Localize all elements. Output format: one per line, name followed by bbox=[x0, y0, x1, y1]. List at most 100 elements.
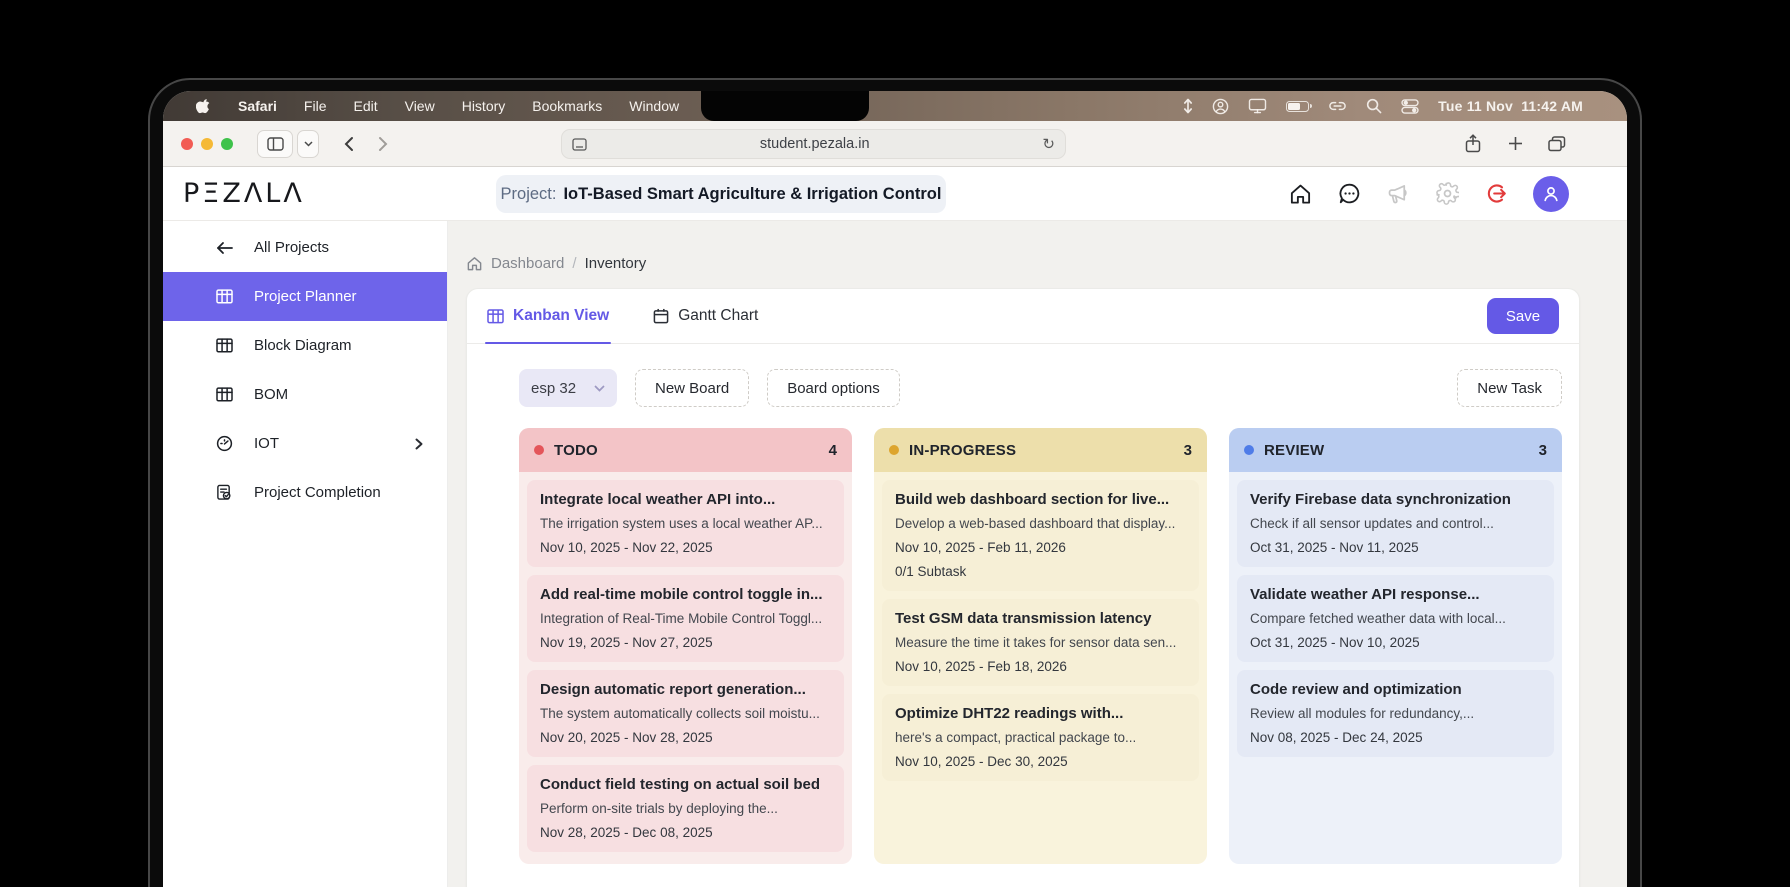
gauge-icon bbox=[216, 435, 234, 452]
menu-item-window[interactable]: Window bbox=[629, 98, 679, 114]
task-card[interactable]: Verify Firebase data synchronizationChec… bbox=[1237, 480, 1554, 567]
task-description: here's a compact, practical package to..… bbox=[895, 729, 1186, 747]
link-icon[interactable] bbox=[1328, 100, 1347, 112]
page-icon bbox=[572, 138, 587, 151]
column-title: TODO bbox=[554, 442, 598, 459]
column-header: IN-PROGRESS 3 bbox=[874, 428, 1207, 472]
task-dates: Oct 31, 2025 - Nov 10, 2025 bbox=[1250, 634, 1541, 652]
column-title: IN-PROGRESS bbox=[909, 442, 1016, 459]
task-card[interactable]: Optimize DHT22 readings with...here's a … bbox=[882, 694, 1199, 781]
task-card[interactable]: Add real-time mobile control toggle in..… bbox=[527, 575, 844, 662]
address-bar[interactable]: student.pezala.in ↻ bbox=[561, 129, 1066, 159]
project-title-pill: Project: IoT-Based Smart Agriculture & I… bbox=[496, 175, 946, 213]
user-avatar[interactable] bbox=[1533, 176, 1569, 212]
apple-icon[interactable] bbox=[196, 98, 211, 115]
screen: Safari File Edit View History Bookmarks Windo… bbox=[163, 91, 1627, 887]
back-arrow-icon bbox=[216, 241, 234, 255]
task-card[interactable]: Conduct field testing on actual soil bed… bbox=[527, 765, 844, 852]
chevron-down-icon[interactable] bbox=[297, 130, 319, 158]
task-title: Build web dashboard section for live... bbox=[895, 490, 1186, 510]
tab-gantt-chart[interactable]: Gantt Chart bbox=[653, 289, 758, 343]
column-count: 3 bbox=[1184, 442, 1192, 459]
kanban-grid-icon bbox=[487, 309, 504, 324]
home-breadcrumb-icon bbox=[466, 255, 483, 272]
chat-icon[interactable] bbox=[1337, 182, 1361, 206]
task-description: Check if all sensor updates and control.… bbox=[1250, 515, 1541, 533]
display-icon[interactable] bbox=[1248, 98, 1267, 114]
column-header: TODO 4 bbox=[519, 428, 852, 472]
sidebar-item-project-planner[interactable]: Project Planner bbox=[163, 272, 447, 321]
column-header: REVIEW3 bbox=[1229, 428, 1562, 472]
home-icon[interactable] bbox=[1288, 182, 1312, 206]
updown-arrow-icon[interactable] bbox=[1183, 98, 1193, 114]
reload-icon[interactable]: ↻ bbox=[1042, 135, 1055, 153]
fullscreen-window-button[interactable] bbox=[221, 138, 233, 150]
share-icon[interactable] bbox=[1457, 130, 1489, 158]
search-icon[interactable] bbox=[1366, 98, 1382, 114]
url-text: student.pezala.in bbox=[587, 136, 1042, 152]
new-tab-icon[interactable] bbox=[1499, 130, 1531, 158]
sidebar-back-all-projects[interactable]: All Projects bbox=[163, 223, 447, 272]
forward-button[interactable] bbox=[369, 130, 397, 158]
column-title: REVIEW bbox=[1264, 442, 1324, 459]
task-card[interactable]: Validate weather API response...Compare … bbox=[1237, 575, 1554, 662]
menu-item-view[interactable]: View bbox=[405, 98, 435, 114]
new-task-button[interactable]: New Task bbox=[1457, 369, 1562, 407]
macos-menu-bar: Safari File Edit View History Bookmarks Windo… bbox=[163, 91, 1627, 121]
sidebar-item-project-completion[interactable]: Project Completion bbox=[163, 468, 447, 517]
task-description: Develop a web-based dashboard that displ… bbox=[895, 515, 1186, 533]
menu-app-name[interactable]: Safari bbox=[238, 98, 277, 114]
new-board-button[interactable]: New Board bbox=[635, 369, 749, 407]
task-description: Perform on-site trials by deploying the.… bbox=[540, 800, 831, 818]
task-card[interactable]: Build web dashboard section for live... D… bbox=[882, 480, 1199, 591]
menu-item-file[interactable]: File bbox=[304, 98, 327, 114]
task-dates: Oct 31, 2025 - Nov 11, 2025 bbox=[1250, 539, 1541, 557]
pezala-logo: PΞZΛLΛ bbox=[163, 178, 305, 209]
battery-icon[interactable] bbox=[1286, 101, 1309, 112]
task-title: Design automatic report generation... bbox=[540, 680, 831, 700]
board-options-button[interactable]: Board options bbox=[767, 369, 900, 407]
megaphone-icon[interactable] bbox=[1386, 182, 1410, 206]
settings-icon[interactable] bbox=[1435, 182, 1459, 206]
save-button[interactable]: Save bbox=[1487, 298, 1559, 334]
task-description: Review all modules for redundancy,... bbox=[1250, 705, 1541, 723]
tab-kanban-view[interactable]: Kanban View bbox=[487, 289, 609, 343]
sidebar-back-label: All Projects bbox=[254, 239, 329, 256]
sidebar-toggle-icon[interactable] bbox=[257, 130, 293, 158]
view-tabs: Kanban View Gantt Chart Save bbox=[467, 289, 1579, 344]
task-card[interactable]: Integrate local weather API into...The i… bbox=[527, 480, 844, 567]
kanban-column-review: REVIEW3 Verify Firebase data synchronizat… bbox=[1229, 428, 1562, 864]
breadcrumb-dashboard[interactable]: Dashboard bbox=[491, 255, 564, 272]
menu-item-edit[interactable]: Edit bbox=[353, 98, 377, 114]
main-content: Dashboard / Inventory Kanban View bbox=[448, 221, 1627, 887]
task-card[interactable]: Test GSM data transmission latencyMeasur… bbox=[882, 599, 1199, 686]
board-panel: Kanban View Gantt Chart Save esp 32 bbox=[466, 288, 1580, 887]
menu-item-bookmarks[interactable]: Bookmarks bbox=[532, 98, 602, 114]
task-card[interactable]: Code review and optimizationReview all m… bbox=[1237, 670, 1554, 757]
task-description: Integration of Real-Time Mobile Control … bbox=[540, 610, 831, 628]
minimize-window-button[interactable] bbox=[201, 138, 213, 150]
status-dot bbox=[1244, 445, 1254, 455]
sidebar-item-bom[interactable]: BOM bbox=[163, 370, 447, 419]
back-button[interactable] bbox=[335, 130, 363, 158]
tab-overview-icon[interactable] bbox=[1541, 130, 1573, 158]
close-window-button[interactable] bbox=[181, 138, 193, 150]
board-select[interactable]: esp 32 bbox=[519, 369, 617, 407]
status-dot bbox=[889, 445, 899, 455]
sidebar-item-label: Project Completion bbox=[254, 484, 381, 501]
control-center-icon[interactable] bbox=[1401, 99, 1419, 114]
menu-clock[interactable]: Tue 11 Nov 11:42 AM bbox=[1438, 98, 1583, 114]
menu-item-history[interactable]: History bbox=[462, 98, 506, 114]
user-circle-icon[interactable] bbox=[1212, 98, 1229, 115]
board-select-value: esp 32 bbox=[531, 380, 576, 397]
task-dates: Nov 10, 2025 - Feb 18, 2026 bbox=[895, 658, 1186, 676]
column-count: 4 bbox=[829, 442, 837, 459]
logout-icon[interactable] bbox=[1484, 182, 1508, 206]
task-dates: Nov 10, 2025 - Nov 22, 2025 bbox=[540, 539, 831, 557]
column-cards: Verify Firebase data synchronizationChec… bbox=[1229, 472, 1562, 864]
sidebar-item-block-diagram[interactable]: Block Diagram bbox=[163, 321, 447, 370]
sidebar-item-iot[interactable]: IOT bbox=[163, 419, 447, 468]
task-card[interactable]: Design automatic report generation...The… bbox=[527, 670, 844, 757]
doc-check-icon bbox=[216, 484, 234, 501]
table-icon bbox=[216, 338, 234, 353]
